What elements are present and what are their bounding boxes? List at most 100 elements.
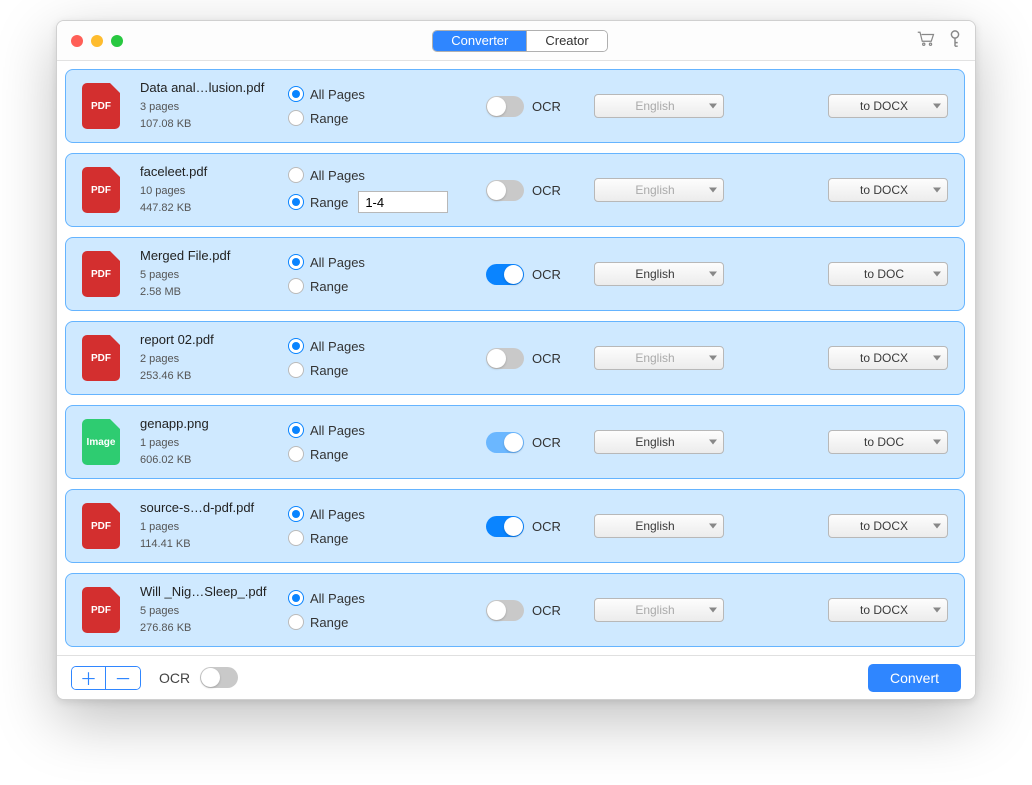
add-file-button[interactable]: ＋ — [72, 667, 106, 689]
range-input[interactable] — [358, 191, 448, 213]
ocr-label: OCR — [532, 435, 561, 450]
range-label: Range — [310, 615, 348, 630]
file-size: 114.41 KB — [140, 536, 280, 553]
format-cell: to DOCX — [732, 514, 948, 538]
file-row[interactable]: PDFMerged File.pdf5 pages2.58 MBAll Page… — [65, 237, 965, 311]
ocr-cell: OCR — [486, 180, 586, 201]
radio-all-pages[interactable] — [288, 167, 304, 183]
file-pages: 10 pages — [140, 183, 280, 200]
file-size: 447.82 KB — [140, 200, 280, 217]
titlebar: Converter Creator — [57, 21, 975, 61]
page-selection: All PagesRange — [288, 338, 478, 378]
language-select[interactable]: English — [594, 94, 724, 118]
radio-range[interactable] — [288, 110, 304, 126]
radio-range[interactable] — [288, 278, 304, 294]
format-select[interactable]: to DOCX — [828, 514, 948, 538]
radio-range[interactable] — [288, 530, 304, 546]
tab-creator[interactable]: Creator — [527, 31, 606, 51]
ocr-cell: OCR — [486, 600, 586, 621]
toolbar-right — [917, 30, 961, 51]
range-label: Range — [310, 195, 348, 210]
minimize-icon[interactable] — [91, 35, 103, 47]
radio-range[interactable] — [288, 194, 304, 210]
file-name: Merged File.pdf — [140, 248, 280, 263]
ocr-master-group: OCR — [159, 667, 238, 688]
file-info: Data anal…lusion.pdf3 pages107.08 KB — [140, 80, 280, 132]
mode-segmented-control: Converter Creator — [432, 30, 607, 52]
ocr-switch[interactable] — [486, 180, 524, 201]
format-select[interactable]: to DOCX — [828, 346, 948, 370]
file-row[interactable]: PDFfaceleet.pdf10 pages447.82 KBAll Page… — [65, 153, 965, 227]
close-icon[interactable] — [71, 35, 83, 47]
ocr-master-label: OCR — [159, 670, 190, 686]
file-name: genapp.png — [140, 416, 280, 431]
file-info: Merged File.pdf 5 pages2.58 MB — [140, 248, 280, 300]
format-cell: to DOCX — [732, 94, 948, 118]
file-row[interactable]: PDFsource-s…d-pdf.pdf1 pages114.41 KBAll… — [65, 489, 965, 563]
ocr-master-switch[interactable] — [200, 667, 238, 688]
radio-all-pages[interactable] — [288, 338, 304, 354]
ocr-switch[interactable] — [486, 348, 524, 369]
file-info: source-s…d-pdf.pdf1 pages114.41 KB — [140, 500, 280, 552]
file-row[interactable]: PDFWill _Nig…Sleep_.pdf5 pages276.86 KBA… — [65, 573, 965, 647]
file-pages: 1 pages — [140, 519, 280, 536]
file-info: genapp.png1 pages606.02 KB — [140, 416, 280, 468]
ocr-label: OCR — [532, 99, 561, 114]
range-label: Range — [310, 279, 348, 294]
format-cell: to DOC — [732, 262, 948, 286]
radio-all-pages[interactable] — [288, 506, 304, 522]
app-window: Converter Creator PDFData anal…lusion.pd… — [56, 20, 976, 700]
cart-icon[interactable] — [917, 31, 935, 50]
radio-all-pages[interactable] — [288, 254, 304, 270]
all-pages-label: All Pages — [310, 255, 365, 270]
convert-button[interactable]: Convert — [868, 664, 961, 692]
zoom-icon[interactable] — [111, 35, 123, 47]
file-name: report 02.pdf — [140, 332, 280, 347]
page-selection: All PagesRange — [288, 422, 478, 462]
format-cell: to DOCX — [732, 598, 948, 622]
tab-converter[interactable]: Converter — [433, 31, 527, 51]
language-select[interactable]: English — [594, 178, 724, 202]
add-remove-group: ＋ － — [71, 666, 141, 690]
format-select[interactable]: to DOC — [828, 430, 948, 454]
ocr-switch[interactable] — [486, 432, 524, 453]
file-row[interactable]: Imagegenapp.png1 pages606.02 KBAll Pages… — [65, 405, 965, 479]
language-select[interactable]: English — [594, 430, 724, 454]
remove-file-button[interactable]: － — [106, 667, 140, 689]
ocr-switch[interactable] — [486, 96, 524, 117]
all-pages-label: All Pages — [310, 423, 365, 438]
file-size: 253.46 KB — [140, 368, 280, 385]
language-select[interactable]: English — [594, 262, 724, 286]
file-info: Will _Nig…Sleep_.pdf5 pages276.86 KB — [140, 584, 280, 636]
key-icon[interactable] — [949, 30, 961, 51]
all-pages-label: All Pages — [310, 168, 365, 183]
file-size: 2.58 MB — [140, 284, 280, 301]
format-select[interactable]: to DOC — [828, 262, 948, 286]
format-select[interactable]: to DOCX — [828, 178, 948, 202]
ocr-label: OCR — [532, 351, 561, 366]
file-row[interactable]: PDFData anal…lusion.pdf3 pages107.08 KBA… — [65, 69, 965, 143]
footer-bar: ＋ － OCR Convert — [57, 655, 975, 699]
ocr-switch[interactable] — [486, 516, 524, 537]
language-select[interactable]: English — [594, 514, 724, 538]
file-row[interactable]: PDFreport 02.pdf2 pages253.46 KBAll Page… — [65, 321, 965, 395]
page-selection: All PagesRange — [288, 590, 478, 630]
radio-all-pages[interactable] — [288, 422, 304, 438]
format-select[interactable]: to DOCX — [828, 598, 948, 622]
radio-all-pages[interactable] — [288, 86, 304, 102]
radio-range[interactable] — [288, 614, 304, 630]
radio-all-pages[interactable] — [288, 590, 304, 606]
ocr-cell: OCR — [486, 432, 586, 453]
radio-range[interactable] — [288, 446, 304, 462]
ocr-switch[interactable] — [486, 264, 524, 285]
radio-range[interactable] — [288, 362, 304, 378]
file-name: Will _Nig…Sleep_.pdf — [140, 584, 280, 599]
language-select[interactable]: English — [594, 346, 724, 370]
ocr-switch[interactable] — [486, 600, 524, 621]
all-pages-label: All Pages — [310, 87, 365, 102]
file-pages: 5 pages — [140, 267, 280, 284]
language-select[interactable]: English — [594, 598, 724, 622]
range-label: Range — [310, 111, 348, 126]
format-select[interactable]: to DOCX — [828, 94, 948, 118]
file-list[interactable]: PDFData anal…lusion.pdf3 pages107.08 KBA… — [57, 61, 975, 655]
